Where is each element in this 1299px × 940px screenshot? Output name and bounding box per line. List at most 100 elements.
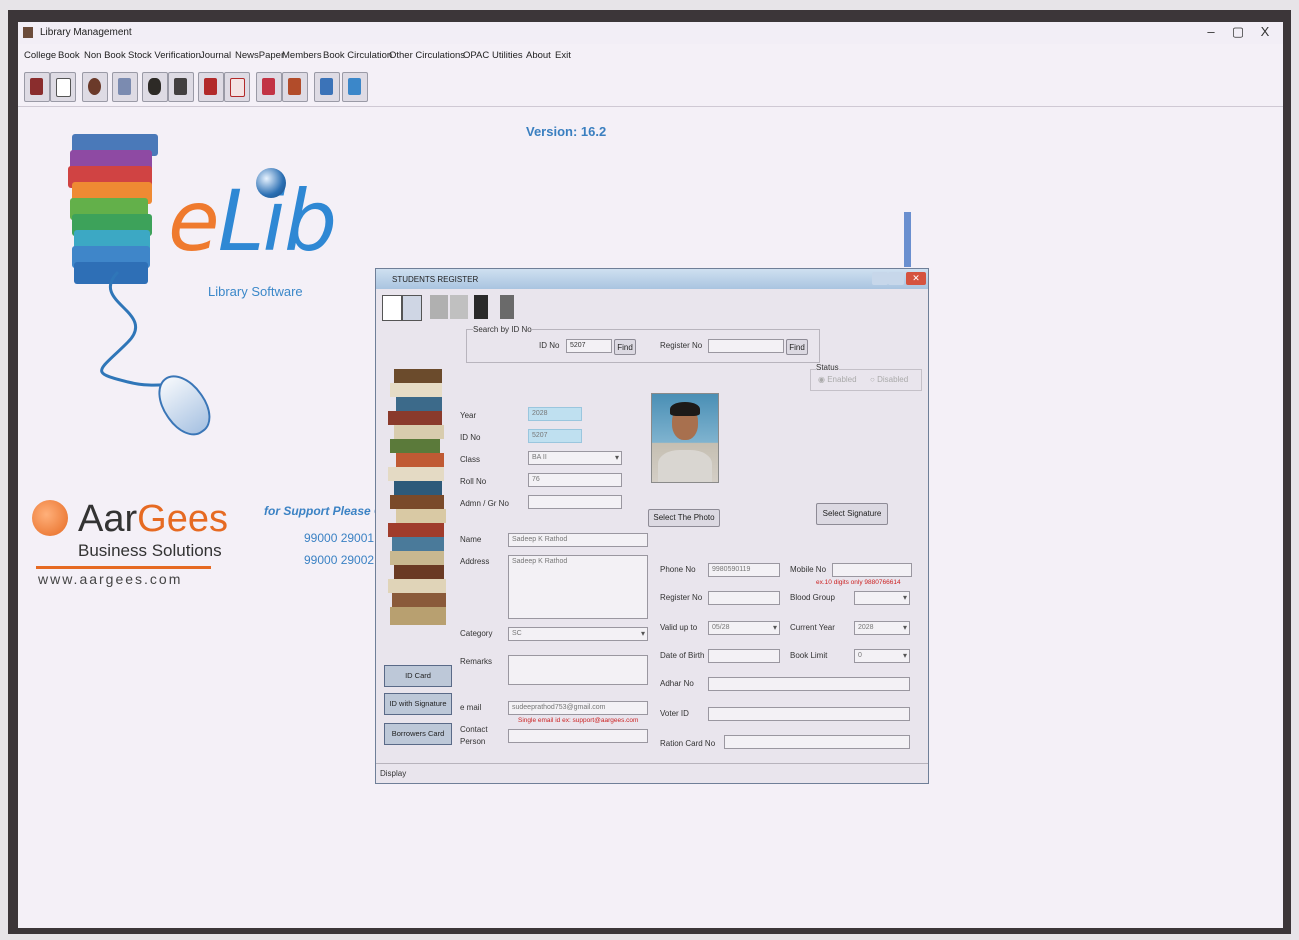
phone-label: Phone No <box>660 565 696 574</box>
name-label: Name <box>460 535 482 544</box>
app-title: Library Management <box>40 27 132 38</box>
save-icon[interactable] <box>450 295 468 319</box>
status-disabled-radio[interactable]: ○ Disabled <box>870 375 908 384</box>
id-with-signature-button[interactable]: ID with Signature <box>384 693 452 715</box>
book-entry-icon[interactable] <box>24 72 50 102</box>
menu-exit[interactable]: Exit <box>555 50 571 61</box>
category-select[interactable]: SC <box>508 627 648 641</box>
calendar-icon[interactable] <box>50 72 76 102</box>
menu-utilities[interactable]: Utilities <box>492 50 523 61</box>
id-card-button[interactable]: ID Card <box>384 665 452 687</box>
blood-group-select[interactable] <box>854 591 910 605</box>
menu-non-book[interactable]: Non Book <box>84 50 126 61</box>
find-register-button[interactable]: Find <box>786 339 808 355</box>
voter-id-field[interactable] <box>708 707 910 721</box>
dialog-titlebar: STUDENTS REGISTER ✕ <box>376 269 928 289</box>
adhar-field[interactable] <box>708 677 910 691</box>
admn-field[interactable] <box>528 495 622 509</box>
address-field[interactable]: Sadeep K Rathod <box>508 555 648 619</box>
status-enabled-label: Enabled <box>827 375 857 384</box>
desktop-screen: Library Management – ▢ X College Book No… <box>18 22 1283 928</box>
menu-newspaper[interactable]: NewsPaper <box>235 50 284 61</box>
current-year-select[interactable]: 2028 <box>854 621 910 635</box>
reserve-icon[interactable] <box>256 72 282 102</box>
current-year-label: Current Year <box>790 623 835 632</box>
find-id-button[interactable]: Find <box>614 339 636 355</box>
support-phone-2: 99000 29002 <box>304 553 375 567</box>
app-titlebar: Library Management – ▢ X <box>18 22 1283 44</box>
exit-door-icon[interactable] <box>500 295 514 319</box>
ration-card-field[interactable] <box>724 735 910 749</box>
company-name-a: Aar <box>78 498 138 540</box>
contact-label-1: Contact <box>460 725 488 734</box>
email-field[interactable]: sudeeprathod753@gmail.com <box>508 701 648 715</box>
rollno-field[interactable]: 76 <box>528 473 622 487</box>
remarks-field[interactable] <box>508 655 648 685</box>
maximize-button[interactable]: ▢ <box>1228 24 1248 40</box>
mobile-field[interactable] <box>832 563 912 577</box>
issue-book-icon[interactable] <box>198 72 224 102</box>
validupto-label: Valid up to <box>660 623 698 632</box>
category-label: Category <box>460 629 493 638</box>
student-photo <box>651 393 719 483</box>
menu-book-circulation[interactable]: Book Circulation <box>323 50 392 61</box>
help-icon[interactable] <box>342 72 368 102</box>
save-disabled-icon[interactable] <box>430 295 448 319</box>
year-label: Year <box>460 411 477 420</box>
idno-field[interactable]: 5207 <box>528 429 582 443</box>
version-label: Version: 16.2 <box>526 124 607 139</box>
company-tagline: Business Solutions <box>78 541 222 560</box>
contact-person-field[interactable] <box>508 729 648 743</box>
search-register-input[interactable] <box>708 339 784 353</box>
fine-icon[interactable] <box>282 72 308 102</box>
menu-members[interactable]: Members <box>282 50 322 61</box>
validupto-field[interactable]: 05/28 <box>708 621 780 635</box>
search-group-title: Search by ID No <box>473 325 532 334</box>
aargees-logo-icon <box>32 500 68 536</box>
return-book-icon[interactable] <box>224 72 250 102</box>
idno-label: ID No <box>460 433 481 442</box>
year-field[interactable]: 2028 <box>528 407 582 421</box>
class-select[interactable]: BA II <box>528 451 622 465</box>
mobile-label: Mobile No <box>790 565 827 574</box>
app-icon <box>23 27 33 38</box>
dialog-minimize-button[interactable] <box>872 272 888 285</box>
admn-label: Admn / Gr No <box>460 499 509 508</box>
borrowers-card-button[interactable]: Borrowers Card <box>384 723 452 745</box>
report-icon[interactable] <box>314 72 340 102</box>
phone-field[interactable]: 9980590119 <box>708 563 780 577</box>
menu-other-circulations[interactable]: Other Circulations <box>389 50 465 61</box>
lock-icon[interactable] <box>112 72 138 102</box>
regno-field[interactable] <box>708 591 780 605</box>
status-enabled-radio[interactable]: ◉ Enabled <box>818 375 857 384</box>
email-hint: Single email id ex: support@aargees.com <box>518 717 639 724</box>
search-register-label: Register No <box>660 341 703 350</box>
regno-label: Register No <box>660 593 703 602</box>
edit-record-icon[interactable] <box>402 295 422 321</box>
menu-book[interactable]: Book <box>58 50 80 61</box>
menu-journal[interactable]: Journal <box>200 50 231 61</box>
minimize-button[interactable]: – <box>1201 24 1221 39</box>
dob-field[interactable] <box>708 649 780 663</box>
select-signature-button[interactable]: Select Signature <box>816 503 888 525</box>
search-id-input[interactable]: 5207 <box>566 339 612 353</box>
dialog-close-button[interactable]: ✕ <box>906 272 926 285</box>
menu-stock-verification[interactable]: Stock Verification <box>128 50 201 61</box>
person-icon[interactable] <box>142 72 168 102</box>
id-card-icon[interactable] <box>168 72 194 102</box>
support-phone-1: 99000 29001 <box>304 531 375 545</box>
select-photo-button[interactable]: Select The Photo <box>648 509 720 527</box>
elib-logo: eLib <box>168 172 337 270</box>
book-limit-select[interactable]: 0 <box>854 649 910 663</box>
dialog-maximize-button[interactable] <box>888 272 904 285</box>
menu-opac[interactable]: OPAC <box>463 50 489 61</box>
new-record-icon[interactable] <box>382 295 402 321</box>
mobile-hint: ex.10 digits only 9880766614 <box>816 579 901 586</box>
name-field[interactable]: Sadeep K Rathod <box>508 533 648 547</box>
email-label: e mail <box>460 703 482 712</box>
binoculars-icon[interactable] <box>474 295 488 319</box>
close-button[interactable]: X <box>1255 24 1275 39</box>
member-icon[interactable] <box>82 72 108 102</box>
menu-about[interactable]: About <box>526 50 551 61</box>
menu-college[interactable]: College <box>24 50 56 61</box>
